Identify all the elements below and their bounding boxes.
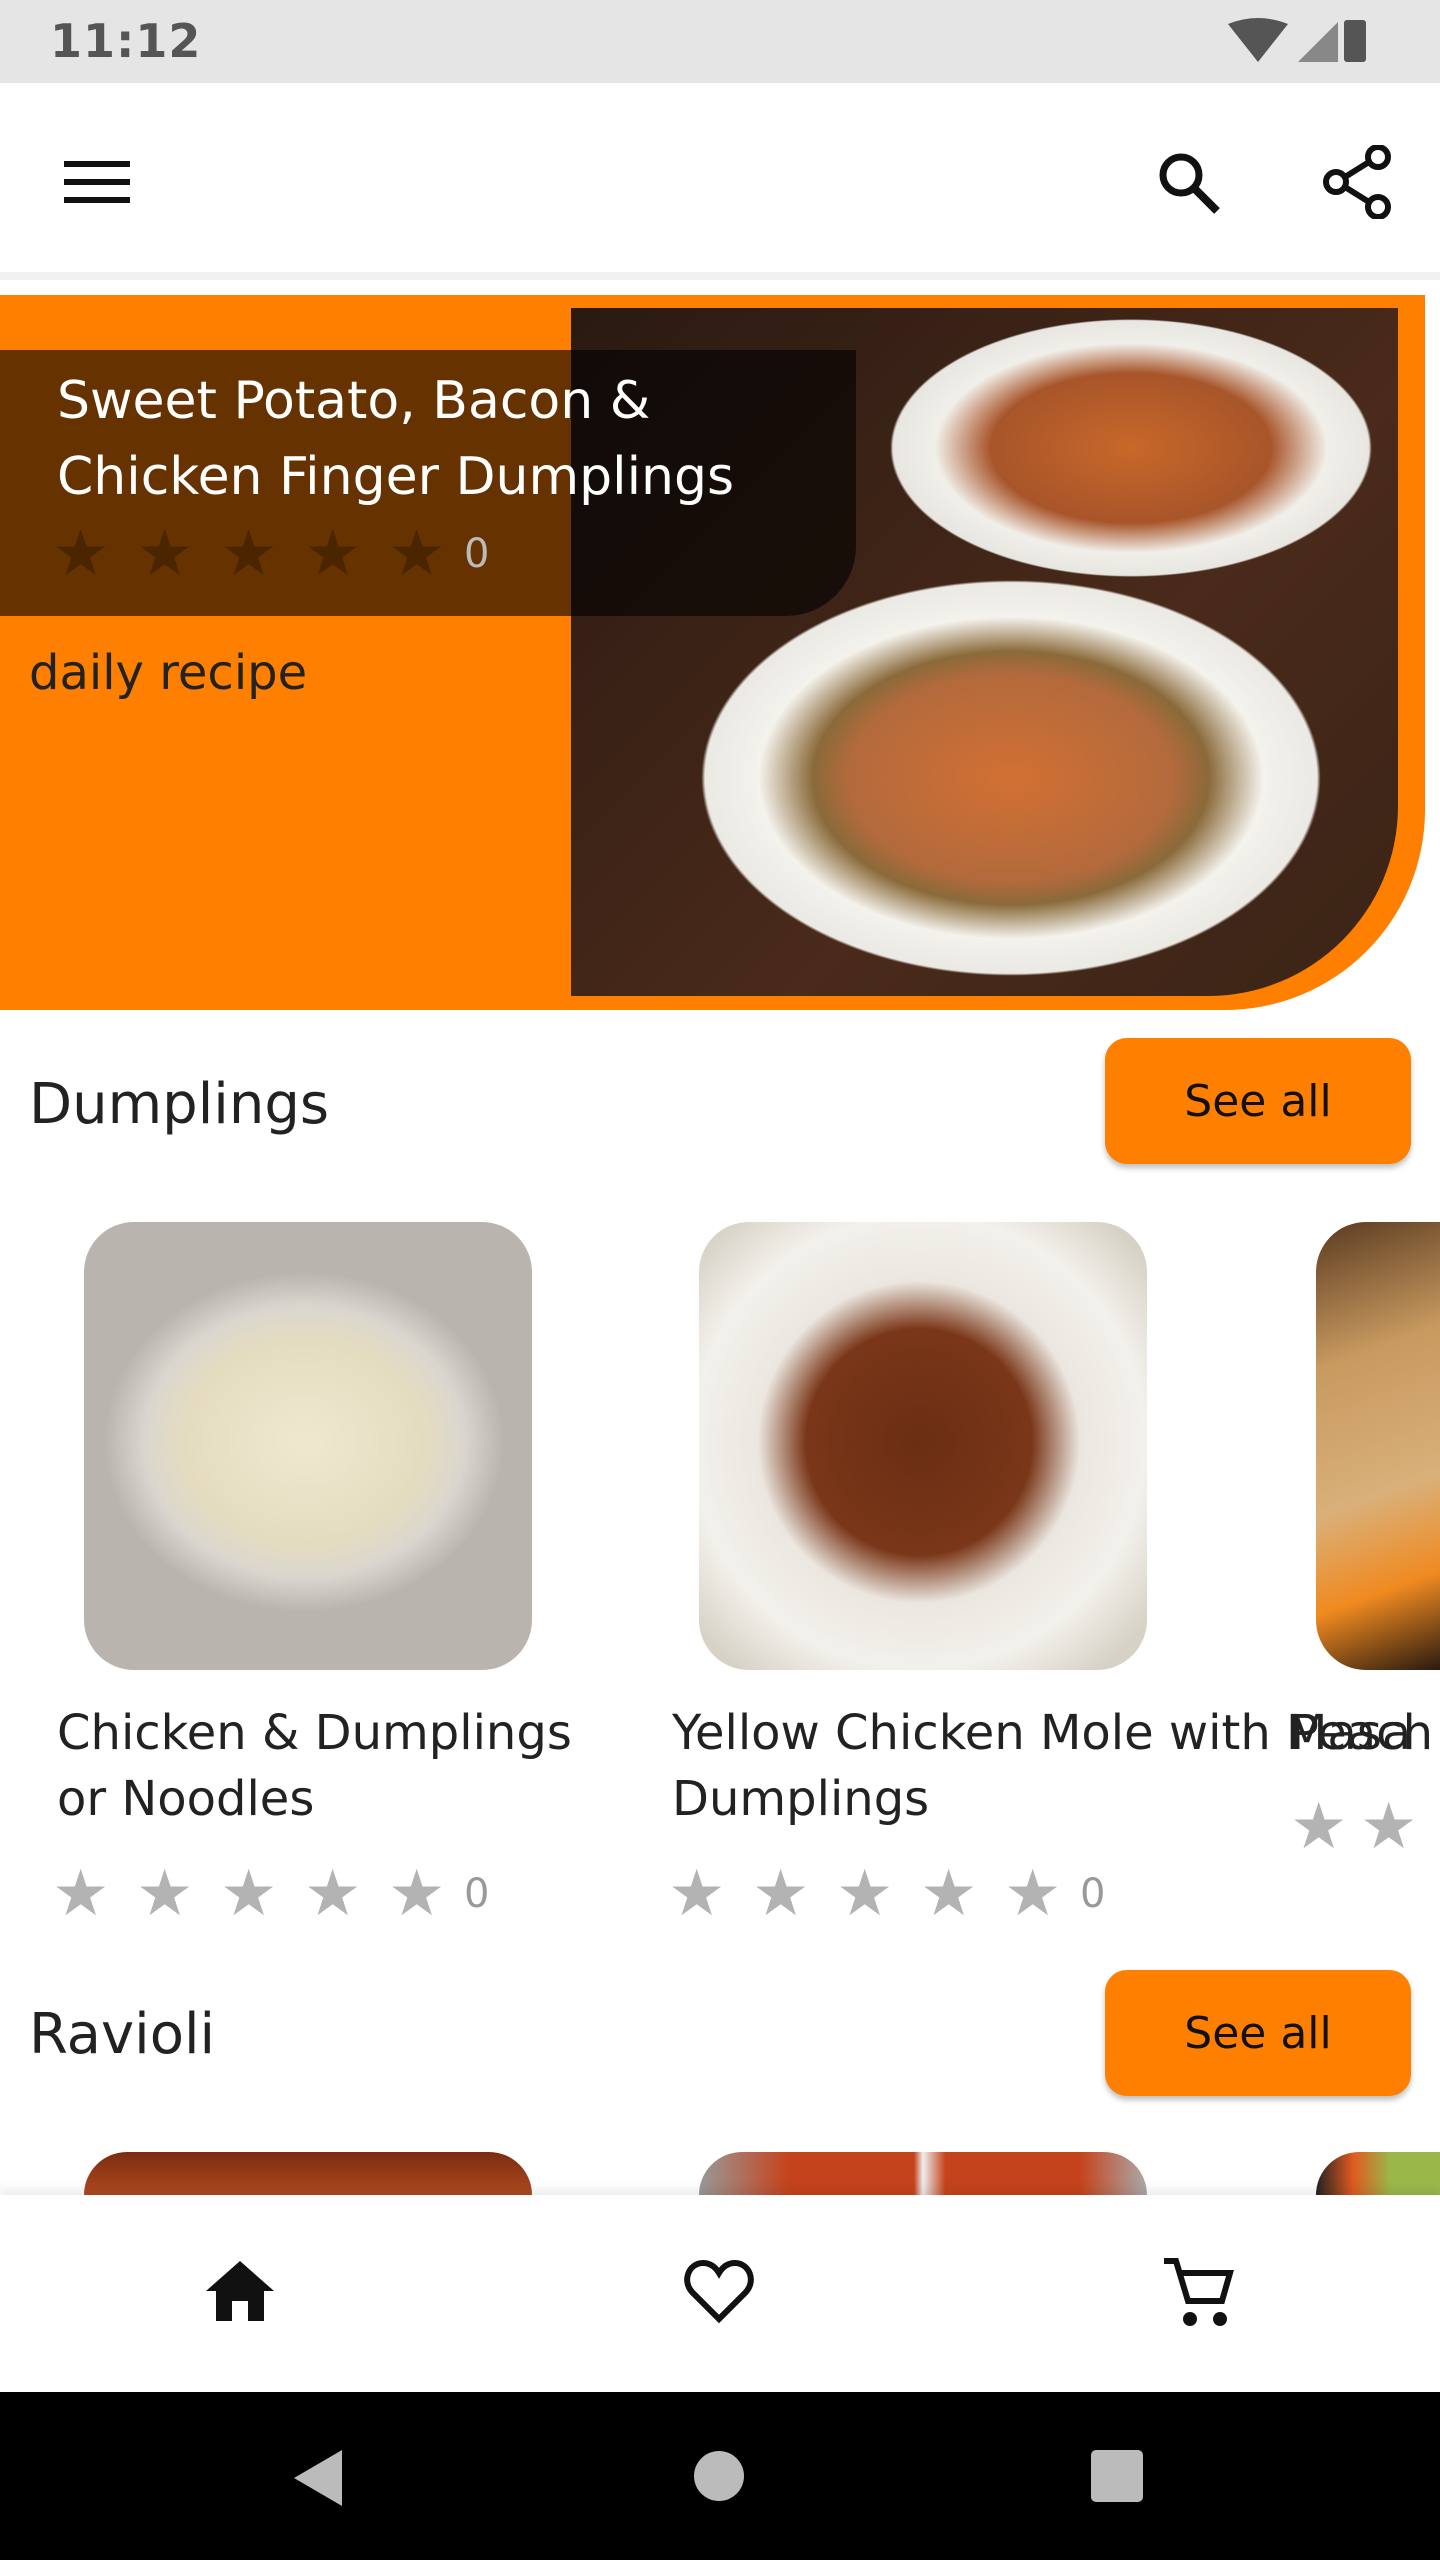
recipe-title[interactable]: Peach: [1290, 1700, 1440, 1766]
recipe-title[interactable]: Chicken & Dumplings or Noodles: [57, 1700, 617, 1832]
star-icon: ★: [52, 1857, 110, 1931]
signal-icon: [1298, 22, 1338, 62]
star-icon: ★: [52, 517, 110, 591]
search-icon[interactable]: [1155, 149, 1221, 215]
star-icon: ★: [136, 1857, 194, 1931]
star-icon: ★: [220, 517, 278, 591]
daily-recipe-card[interactable]: Sweet Potato, Bacon & Chicken Finger Dum…: [0, 295, 1425, 1010]
app-bar: [0, 83, 1440, 280]
see-all-ravioli-button[interactable]: See all: [1105, 1970, 1411, 2096]
see-all-dumplings-button[interactable]: See all: [1105, 1038, 1411, 1164]
star-icon: ★: [136, 517, 194, 591]
cart-icon[interactable]: [1160, 2255, 1236, 2331]
star-icon: ★: [220, 1857, 278, 1931]
star-icon: ★: [304, 1857, 362, 1931]
recipe-rating: ★ ★ ★ ★ ★ 0: [52, 1862, 489, 1926]
recipe-image-chicken-dumplings[interactable]: [84, 1222, 532, 1670]
section-title-dumplings: Dumplings: [29, 1072, 330, 1137]
share-icon[interactable]: [1322, 145, 1392, 219]
star-icon: ★: [752, 1857, 810, 1931]
daily-recipe-label: daily recipe: [29, 645, 308, 701]
hamburger-menu-icon[interactable]: [64, 159, 132, 205]
status-bar: 11:12: [0, 0, 1440, 83]
status-time: 11:12: [50, 14, 202, 68]
recipe-image-ravioli-2[interactable]: [699, 2152, 1147, 2195]
star-icon: ★: [388, 517, 446, 591]
star-icon: ★: [1290, 1790, 1348, 1864]
star-icon: ★: [1360, 1790, 1418, 1864]
recipe-image-ravioli-3[interactable]: [1316, 2152, 1440, 2195]
heart-icon[interactable]: [683, 2259, 755, 2325]
home-circle-icon[interactable]: [693, 2450, 745, 2502]
hero-rating: ★ ★ ★ ★ ★ 0: [52, 522, 489, 586]
wifi-icon: [1228, 18, 1288, 62]
rating-count: 0: [464, 531, 490, 577]
battery-icon: [1344, 20, 1366, 62]
status-icons: [1228, 18, 1366, 62]
back-icon[interactable]: [290, 2448, 346, 2508]
star-icon: ★: [920, 1857, 978, 1931]
star-icon: ★: [304, 517, 362, 591]
bottom-navigation: [0, 2195, 1440, 2392]
section-title-ravioli: Ravioli: [29, 2002, 216, 2067]
hero-title: Sweet Potato, Bacon & Chicken Finger Dum…: [57, 371, 735, 507]
star-icon: ★: [668, 1857, 726, 1931]
system-navigation-bar: [0, 2392, 1440, 2560]
star-icon: ★: [1004, 1857, 1062, 1931]
recents-square-icon[interactable]: [1091, 2450, 1143, 2502]
star-icon: ★: [836, 1857, 894, 1931]
recipe-rating: ★ ★ ★ ★ ★ 0: [668, 1862, 1105, 1926]
recipe-rating: ★ ★: [1290, 1795, 1430, 1859]
rating-count: 0: [1080, 1871, 1106, 1917]
recipe-image-peach[interactable]: [1316, 1222, 1440, 1670]
home-icon[interactable]: [204, 2259, 276, 2323]
recipe-image-chicken-mole[interactable]: [699, 1222, 1147, 1670]
rating-count: 0: [464, 1871, 490, 1917]
recipe-image-ravioli-1[interactable]: [84, 2152, 532, 2195]
star-icon: ★: [388, 1857, 446, 1931]
